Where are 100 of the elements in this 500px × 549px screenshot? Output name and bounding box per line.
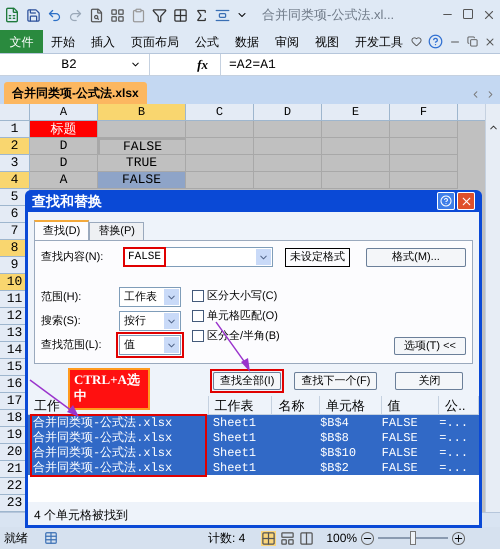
column-header[interactable]: F bbox=[390, 104, 458, 120]
dialog-tab[interactable]: 查找(D) bbox=[34, 220, 90, 240]
help-button[interactable] bbox=[437, 192, 455, 210]
table-cell[interactable] bbox=[186, 138, 254, 155]
table-cell[interactable] bbox=[186, 155, 254, 172]
table-cell[interactable]: D bbox=[30, 155, 98, 172]
result-row[interactable]: 合并同类项-公式法.xlsx Sheet1 $B$8 FALSE =... bbox=[28, 430, 479, 445]
column-header[interactable]: E bbox=[322, 104, 390, 120]
zoom-in-icon[interactable] bbox=[452, 532, 466, 544]
dropdown-field[interactable]: FALSE bbox=[123, 247, 273, 267]
column-header[interactable]: 值 bbox=[388, 398, 401, 414]
row-header[interactable]: 1 bbox=[0, 121, 30, 138]
row-header[interactable]: 4 bbox=[0, 172, 30, 189]
print-preview-icon[interactable] bbox=[89, 8, 104, 22]
close-icon[interactable] bbox=[484, 36, 496, 48]
result-row[interactable]: 合并同类项-公式法.xlsx Sheet1 $B$10 FALSE =... bbox=[28, 445, 479, 460]
help-icon[interactable] bbox=[428, 34, 443, 49]
ribbon-tab[interactable]: 开始 bbox=[43, 32, 83, 50]
restore-icon[interactable] bbox=[467, 36, 478, 47]
dropdown-field[interactable]: 工作表 bbox=[119, 287, 181, 307]
chevron-icon bbox=[164, 337, 179, 353]
table-cell[interactable]: FALSE bbox=[98, 138, 186, 155]
ribbon-tab[interactable]: 插入 bbox=[83, 32, 123, 50]
heart-icon[interactable] bbox=[411, 36, 422, 47]
close-icon[interactable] bbox=[482, 8, 496, 22]
field-value: 工作表 bbox=[124, 290, 157, 305]
options-button[interactable]: 选项(T) << bbox=[394, 337, 466, 355]
fx-label[interactable]: fx bbox=[150, 54, 220, 74]
table-cell[interactable] bbox=[390, 121, 458, 138]
name-box[interactable]: B2 bbox=[0, 54, 150, 75]
layout-icon[interactable] bbox=[110, 8, 125, 22]
borders-icon[interactable] bbox=[173, 8, 188, 22]
ribbon-tab[interactable]: 数据 bbox=[227, 32, 267, 50]
page-break-icon[interactable] bbox=[299, 530, 314, 546]
table-cell[interactable]: 标题 bbox=[30, 121, 98, 138]
row-header[interactable]: 3 bbox=[0, 155, 30, 172]
table-cell[interactable] bbox=[322, 138, 390, 155]
clipboard-icon[interactable] bbox=[131, 8, 146, 22]
table-cell[interactable] bbox=[254, 121, 322, 138]
ribbon-tab[interactable]: 公式 bbox=[187, 32, 227, 50]
table-cell[interactable] bbox=[322, 172, 390, 189]
row-header[interactable]: 2 bbox=[0, 138, 30, 155]
table-cell[interactable]: FALSE bbox=[98, 172, 186, 189]
ribbon-tab[interactable]: 页面布局 bbox=[123, 32, 187, 50]
zoom-out-icon[interactable] bbox=[361, 532, 374, 544]
format-button[interactable]: 格式(M)... bbox=[366, 248, 466, 266]
table-cell[interactable] bbox=[390, 138, 458, 155]
column-header[interactable]: 公.. bbox=[445, 398, 466, 414]
ribbon-tab[interactable]: 审阅 bbox=[267, 32, 307, 50]
vertical-scrollbar[interactable] bbox=[485, 104, 500, 512]
dropdown-field[interactable]: 值 bbox=[119, 335, 181, 355]
column-header[interactable]: 名称 bbox=[278, 398, 304, 414]
checkbox[interactable] bbox=[192, 330, 204, 342]
save-icon[interactable] bbox=[26, 8, 41, 22]
column-header[interactable]: C bbox=[186, 104, 254, 120]
dropdown-field[interactable]: 按行 bbox=[119, 311, 181, 331]
normal-view-icon[interactable] bbox=[261, 530, 276, 546]
column-header[interactable]: D bbox=[254, 104, 322, 120]
close-button[interactable] bbox=[457, 192, 475, 210]
formula-field[interactable]: =A2=A1 bbox=[220, 54, 500, 75]
ribbon-tab[interactable]: 开发工具 bbox=[347, 32, 411, 50]
dialog-button[interactable]: 关闭 bbox=[395, 372, 464, 390]
table-cell[interactable] bbox=[186, 172, 254, 189]
column-header[interactable]: B bbox=[98, 104, 186, 120]
result-row[interactable]: 合并同类项-公式法.xlsx Sheet1 $B$4 FALSE =... bbox=[28, 415, 479, 430]
table-cell[interactable] bbox=[390, 172, 458, 189]
zoom-slider[interactable] bbox=[378, 531, 448, 545]
table-cell[interactable] bbox=[186, 121, 254, 138]
status-text: 就绪 bbox=[4, 530, 29, 547]
dialog-button[interactable]: 查找下一个(F) bbox=[294, 372, 378, 390]
checkbox[interactable] bbox=[192, 310, 204, 322]
slider-thumb[interactable] bbox=[410, 531, 416, 545]
table-cell[interactable] bbox=[322, 121, 390, 138]
macro-icon[interactable] bbox=[44, 531, 58, 545]
table-cell[interactable]: D bbox=[30, 138, 98, 155]
checkbox[interactable] bbox=[192, 290, 204, 302]
maximize-icon[interactable] bbox=[462, 8, 474, 20]
column-header[interactable]: 工作表 bbox=[214, 398, 254, 414]
table-cell[interactable] bbox=[390, 155, 458, 172]
table-cell[interactable] bbox=[254, 155, 322, 172]
excel-icon[interactable] bbox=[4, 7, 20, 23]
table-cell[interactable] bbox=[322, 155, 390, 172]
insert-icon[interactable] bbox=[215, 8, 230, 22]
column-header[interactable]: 单元格 bbox=[326, 398, 365, 414]
dialog-button[interactable]: 查找全部(I) bbox=[213, 372, 282, 390]
page-layout-icon[interactable] bbox=[280, 530, 296, 546]
table-cell[interactable] bbox=[98, 121, 186, 138]
table-cell[interactable] bbox=[254, 172, 322, 189]
workbook-tab[interactable]: 合并同类项-公式法.xlsx bbox=[4, 82, 147, 104]
sum-icon[interactable] bbox=[194, 8, 209, 22]
table-cell[interactable] bbox=[254, 138, 322, 155]
file-tab[interactable]: 文件 bbox=[0, 30, 43, 53]
option-label: 搜索(S): bbox=[41, 314, 82, 329]
filter-icon[interactable] bbox=[152, 8, 167, 22]
checkbox-label: 区分大小写(C) bbox=[207, 288, 278, 304]
column-header[interactable]: 工作 bbox=[34, 398, 60, 414]
result-row[interactable]: 合并同类项-公式法.xlsx Sheet1 $B$2 FALSE =... bbox=[28, 460, 479, 475]
dialog-tab[interactable]: 替换(P) bbox=[89, 222, 144, 240]
ribbon-tab[interactable]: 视图 bbox=[307, 32, 347, 50]
undo-icon[interactable] bbox=[47, 8, 62, 22]
